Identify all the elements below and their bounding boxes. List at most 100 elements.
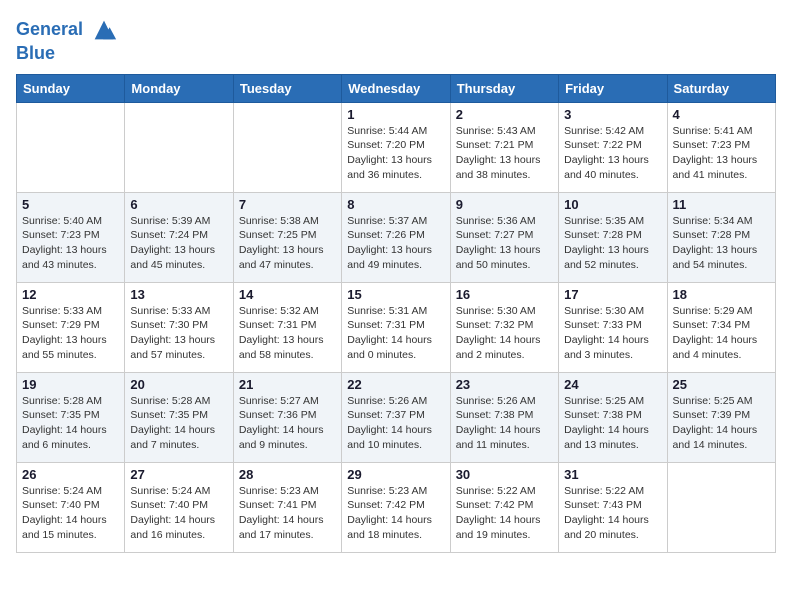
day-number: 4: [673, 107, 770, 122]
col-header-monday: Monday: [125, 74, 233, 102]
calendar-cell: 5 Sunrise: 5:40 AM Sunset: 7:23 PM Daylig…: [17, 192, 125, 282]
day-info: Sunrise: 5:27 AM Sunset: 7:36 PM Dayligh…: [239, 394, 336, 453]
calendar-cell: 4 Sunrise: 5:41 AM Sunset: 7:23 PM Daylig…: [667, 102, 775, 192]
page-header: General Blue: [16, 16, 776, 64]
calendar-cell: 24Sunrise: 5:25 AM Sunset: 7:38 PM Dayli…: [559, 372, 667, 462]
day-info: Sunrise: 5:33 AM Sunset: 7:29 PM Dayligh…: [22, 304, 119, 363]
day-info: Sunrise: 5:29 AM Sunset: 7:34 PM Dayligh…: [673, 304, 770, 363]
col-header-tuesday: Tuesday: [233, 74, 341, 102]
calendar-week-5: 26Sunrise: 5:24 AM Sunset: 7:40 PM Dayli…: [17, 462, 776, 552]
calendar-cell: 19 Sunrise: 5:28 AM Sunset: 7:35 PM Dayli…: [17, 372, 125, 462]
calendar-week-3: 12 Sunrise: 5:33 AM Sunset: 7:29 PM Dayli…: [17, 282, 776, 372]
day-info: Sunrise: 5:26 AM Sunset: 7:38 PM Dayligh…: [456, 394, 553, 453]
day-info: Sunrise: 5:41 AM Sunset: 7:23 PM Dayligh…: [673, 124, 770, 183]
day-number: 10: [564, 197, 661, 212]
logo-text: General: [16, 16, 118, 44]
day-info: Sunrise: 5:37 AM Sunset: 7:26 PM Dayligh…: [347, 214, 444, 273]
day-number: 12: [22, 287, 119, 302]
calendar-cell: [17, 102, 125, 192]
day-number: 24: [564, 377, 661, 392]
day-number: 18: [673, 287, 770, 302]
calendar-cell: 31 Sunrise: 5:22 AM Sunset: 7:43 PM Dayli…: [559, 462, 667, 552]
calendar-cell: 11Sunrise: 5:34 AM Sunset: 7:28 PM Dayli…: [667, 192, 775, 282]
logo: General Blue: [16, 16, 118, 64]
calendar-cell: 10Sunrise: 5:35 AM Sunset: 7:28 PM Dayli…: [559, 192, 667, 282]
day-number: 31: [564, 467, 661, 482]
calendar-cell: 17 Sunrise: 5:30 AM Sunset: 7:33 PM Dayli…: [559, 282, 667, 372]
calendar-cell: 15 Sunrise: 5:31 AM Sunset: 7:31 PM Dayli…: [342, 282, 450, 372]
calendar-week-4: 19 Sunrise: 5:28 AM Sunset: 7:35 PM Dayli…: [17, 372, 776, 462]
day-info: Sunrise: 5:40 AM Sunset: 7:23 PM Dayligh…: [22, 214, 119, 273]
day-number: 13: [130, 287, 227, 302]
day-number: 17: [564, 287, 661, 302]
calendar-cell: 20 Sunrise: 5:28 AM Sunset: 7:35 PM Dayli…: [125, 372, 233, 462]
calendar-cell: [667, 462, 775, 552]
calendar-week-2: 5 Sunrise: 5:40 AM Sunset: 7:23 PM Daylig…: [17, 192, 776, 282]
day-info: Sunrise: 5:22 AM Sunset: 7:43 PM Dayligh…: [564, 484, 661, 543]
day-number: 2: [456, 107, 553, 122]
day-number: 20: [130, 377, 227, 392]
calendar-cell: 3 Sunrise: 5:42 AM Sunset: 7:22 PM Daylig…: [559, 102, 667, 192]
calendar-cell: 2 Sunrise: 5:43 AM Sunset: 7:21 PM Daylig…: [450, 102, 558, 192]
calendar-cell: 18 Sunrise: 5:29 AM Sunset: 7:34 PM Dayli…: [667, 282, 775, 372]
calendar-cell: 30Sunrise: 5:22 AM Sunset: 7:42 PM Dayli…: [450, 462, 558, 552]
day-info: Sunrise: 5:39 AM Sunset: 7:24 PM Dayligh…: [130, 214, 227, 273]
day-info: Sunrise: 5:31 AM Sunset: 7:31 PM Dayligh…: [347, 304, 444, 363]
calendar-cell: 28 Sunrise: 5:23 AM Sunset: 7:41 PM Dayli…: [233, 462, 341, 552]
day-number: 3: [564, 107, 661, 122]
day-info: Sunrise: 5:32 AM Sunset: 7:31 PM Dayligh…: [239, 304, 336, 363]
day-number: 30: [456, 467, 553, 482]
day-info: Sunrise: 5:28 AM Sunset: 7:35 PM Dayligh…: [130, 394, 227, 453]
day-number: 23: [456, 377, 553, 392]
day-number: 15: [347, 287, 444, 302]
calendar-cell: 14 Sunrise: 5:32 AM Sunset: 7:31 PM Dayli…: [233, 282, 341, 372]
calendar-cell: 9Sunrise: 5:36 AM Sunset: 7:27 PM Daylig…: [450, 192, 558, 282]
day-number: 25: [673, 377, 770, 392]
col-header-thursday: Thursday: [450, 74, 558, 102]
logo-blue-text: Blue: [16, 44, 118, 64]
logo-icon: [90, 16, 118, 44]
day-info: Sunrise: 5:34 AM Sunset: 7:28 PM Dayligh…: [673, 214, 770, 273]
calendar-cell: [125, 102, 233, 192]
day-info: Sunrise: 5:23 AM Sunset: 7:41 PM Dayligh…: [239, 484, 336, 543]
calendar-cell: 25 Sunrise: 5:25 AM Sunset: 7:39 PM Dayli…: [667, 372, 775, 462]
day-number: 28: [239, 467, 336, 482]
col-header-friday: Friday: [559, 74, 667, 102]
col-header-saturday: Saturday: [667, 74, 775, 102]
day-number: 29: [347, 467, 444, 482]
day-number: 22: [347, 377, 444, 392]
day-number: 5: [22, 197, 119, 212]
day-info: Sunrise: 5:25 AM Sunset: 7:39 PM Dayligh…: [673, 394, 770, 453]
calendar-cell: 29 Sunrise: 5:23 AM Sunset: 7:42 PM Dayli…: [342, 462, 450, 552]
calendar-cell: 27Sunrise: 5:24 AM Sunset: 7:40 PM Dayli…: [125, 462, 233, 552]
day-info: Sunrise: 5:28 AM Sunset: 7:35 PM Dayligh…: [22, 394, 119, 453]
day-number: 6: [130, 197, 227, 212]
day-number: 27: [130, 467, 227, 482]
day-number: 8: [347, 197, 444, 212]
day-info: Sunrise: 5:44 AM Sunset: 7:20 PM Dayligh…: [347, 124, 444, 183]
day-info: Sunrise: 5:33 AM Sunset: 7:30 PM Dayligh…: [130, 304, 227, 363]
calendar-cell: 8 Sunrise: 5:37 AM Sunset: 7:26 PM Daylig…: [342, 192, 450, 282]
day-number: 16: [456, 287, 553, 302]
calendar-cell: 7 Sunrise: 5:38 AM Sunset: 7:25 PM Daylig…: [233, 192, 341, 282]
calendar-table: SundayMondayTuesdayWednesdayThursdayFrid…: [16, 74, 776, 553]
day-info: Sunrise: 5:30 AM Sunset: 7:33 PM Dayligh…: [564, 304, 661, 363]
day-number: 19: [22, 377, 119, 392]
day-info: Sunrise: 5:23 AM Sunset: 7:42 PM Dayligh…: [347, 484, 444, 543]
calendar-cell: 13 Sunrise: 5:33 AM Sunset: 7:30 PM Dayli…: [125, 282, 233, 372]
calendar-cell: 21 Sunrise: 5:27 AM Sunset: 7:36 PM Dayli…: [233, 372, 341, 462]
calendar-cell: [233, 102, 341, 192]
day-info: Sunrise: 5:43 AM Sunset: 7:21 PM Dayligh…: [456, 124, 553, 183]
calendar-cell: 26Sunrise: 5:24 AM Sunset: 7:40 PM Dayli…: [17, 462, 125, 552]
calendar-header-row: SundayMondayTuesdayWednesdayThursdayFrid…: [17, 74, 776, 102]
day-info: Sunrise: 5:26 AM Sunset: 7:37 PM Dayligh…: [347, 394, 444, 453]
calendar-week-1: 1Sunrise: 5:44 AM Sunset: 7:20 PM Daylig…: [17, 102, 776, 192]
day-info: Sunrise: 5:30 AM Sunset: 7:32 PM Dayligh…: [456, 304, 553, 363]
day-info: Sunrise: 5:42 AM Sunset: 7:22 PM Dayligh…: [564, 124, 661, 183]
day-info: Sunrise: 5:38 AM Sunset: 7:25 PM Dayligh…: [239, 214, 336, 273]
day-number: 26: [22, 467, 119, 482]
day-number: 7: [239, 197, 336, 212]
day-number: 21: [239, 377, 336, 392]
col-header-sunday: Sunday: [17, 74, 125, 102]
day-number: 14: [239, 287, 336, 302]
